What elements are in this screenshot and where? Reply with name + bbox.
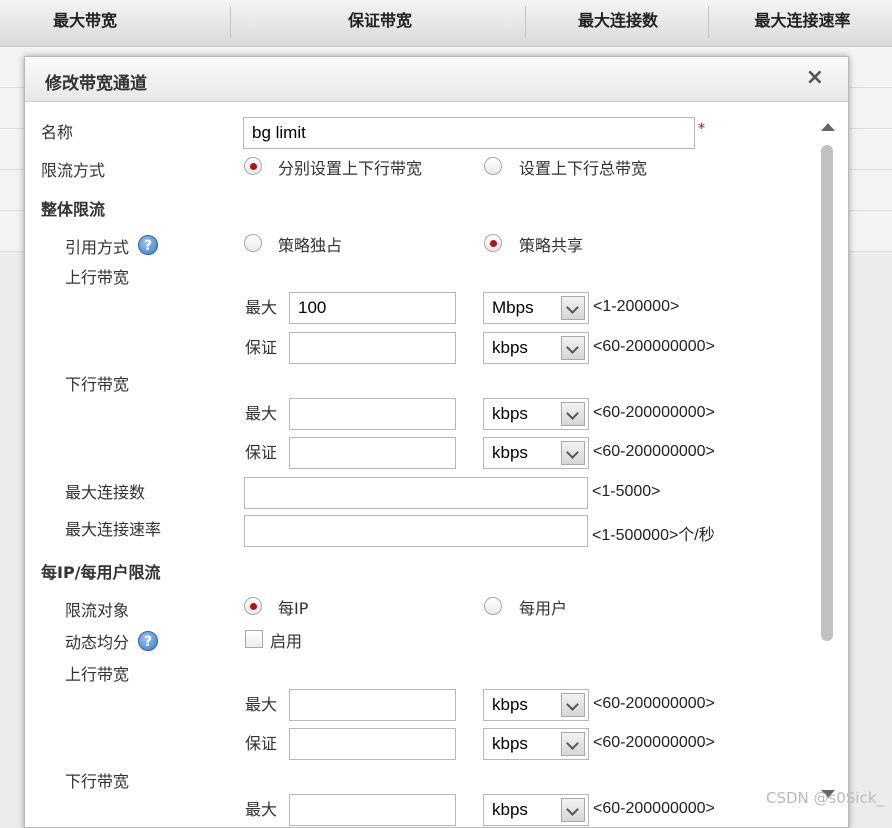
select-value: kbps — [492, 443, 528, 462]
per-down-max-unit-select[interactable]: kbps — [483, 794, 589, 826]
radio-separate-bandwidth-label: 分别设置上下行带宽 — [278, 159, 423, 178]
max-conn-rate-range: <1-500000>个/秒 — [592, 527, 715, 544]
limit-target-label: 限流对象 — [65, 601, 130, 620]
per-down-max-input[interactable] — [289, 794, 456, 826]
overall-down-guarantee-input[interactable] — [289, 437, 456, 469]
radio-per-user[interactable] — [484, 597, 502, 615]
max-conn-rate-input[interactable] — [244, 515, 588, 547]
per-up-max-label: 最大 — [245, 695, 278, 714]
per-up-max-input[interactable] — [289, 689, 456, 721]
per-down-max-label: 最大 — [245, 800, 278, 819]
overall-down-guarantee-range: <60-200000000> — [593, 443, 715, 460]
overall-down-max-input[interactable] — [289, 398, 456, 430]
radio-total-bandwidth[interactable] — [484, 157, 502, 175]
per-ip-limit-heading: 每IP/每用户限流 — [41, 563, 161, 582]
select-value: kbps — [492, 404, 528, 423]
select-value: kbps — [492, 695, 528, 714]
overall-up-max-unit-select[interactable]: Mbps — [483, 292, 589, 324]
chevron-down-icon[interactable] — [561, 732, 585, 756]
per-down-max-range: <60-200000000> — [593, 800, 715, 817]
name-label: 名称 — [41, 123, 74, 142]
select-value: Mbps — [492, 298, 534, 317]
scrollbar-thumb[interactable] — [821, 145, 833, 641]
per-up-bandwidth-label: 上行带宽 — [65, 665, 130, 684]
overall-down-bandwidth-label: 下行带宽 — [65, 375, 130, 394]
overall-down-guarantee-label: 保证 — [245, 443, 278, 462]
radio-policy-exclusive-label: 策略独占 — [278, 236, 343, 255]
col-max-connections: 最大连接数 — [577, 11, 658, 30]
radio-policy-shared-label: 策略共享 — [519, 236, 584, 255]
overall-up-guarantee-range: <60-200000000> — [593, 338, 715, 355]
dialog-titlebar: 修改带宽通道 × — [25, 57, 848, 102]
radio-total-bandwidth-label: 设置上下行总带宽 — [519, 159, 648, 178]
chevron-down-icon[interactable] — [561, 441, 585, 465]
enable-checkbox[interactable] — [245, 630, 263, 648]
chevron-down-icon[interactable] — [561, 693, 585, 717]
scroll-up-arrow-icon[interactable] — [821, 123, 835, 131]
overall-down-max-range: <60-200000000> — [593, 404, 715, 421]
per-down-bandwidth-label: 下行带宽 — [65, 772, 130, 791]
max-connections-range: <1-5000> — [592, 483, 661, 500]
overall-up-max-label: 最大 — [245, 298, 278, 317]
overall-limit-heading: 整体限流 — [41, 200, 106, 219]
per-up-guarantee-label: 保证 — [245, 734, 278, 753]
chevron-down-icon[interactable] — [561, 798, 585, 822]
chevron-down-icon[interactable] — [561, 402, 585, 426]
max-connections-input[interactable] — [244, 477, 588, 509]
edit-bandwidth-channel-dialog: 修改带宽通道 × 名称 bg limit * 限流方式 分别设置上下行带宽 设置… — [24, 56, 849, 828]
select-value: kbps — [492, 734, 528, 753]
overall-down-max-label: 最大 — [245, 404, 278, 423]
max-connections-label: 最大连接数 — [65, 483, 146, 502]
enable-checkbox-label: 启用 — [270, 632, 303, 651]
select-value: kbps — [492, 800, 528, 819]
overall-up-bandwidth-label: 上行带宽 — [65, 268, 130, 287]
chevron-down-icon[interactable] — [561, 296, 585, 320]
overall-down-max-unit-select[interactable]: kbps — [483, 398, 589, 430]
radio-policy-shared[interactable] — [484, 234, 502, 252]
per-up-guarantee-input[interactable] — [289, 728, 456, 760]
per-up-max-unit-select[interactable]: kbps — [483, 689, 589, 721]
dialog-form: 名称 bg limit * 限流方式 分别设置上下行带宽 设置上下行总带宽 整体… — [25, 103, 815, 827]
chevron-down-icon[interactable] — [561, 336, 585, 360]
per-up-guarantee-unit-select[interactable]: kbps — [483, 728, 589, 760]
col-max-conn-rate: 最大连接速率 — [754, 11, 851, 30]
dynamic-share-label: 动态均分 — [65, 633, 130, 652]
ref-mode-label: 引用方式 — [65, 238, 130, 257]
per-up-guarantee-range: <60-200000000> — [593, 734, 715, 751]
radio-policy-exclusive[interactable] — [244, 234, 262, 252]
background-table-header: 最大带宽 保证带宽 最大连接数 最大连接速率 — [0, 0, 892, 47]
dialog-title: 修改带宽通道 — [45, 74, 147, 94]
col-max-bandwidth: 最大带宽 — [52, 11, 117, 30]
overall-up-max-input[interactable]: 100 — [289, 292, 456, 324]
radio-per-user-label: 每用户 — [519, 599, 568, 618]
required-mark: * — [698, 121, 705, 137]
overall-up-guarantee-label: 保证 — [245, 338, 278, 357]
close-icon[interactable]: × — [806, 65, 824, 90]
overall-up-guarantee-unit-select[interactable]: kbps — [483, 332, 589, 364]
help-icon[interactable]: ? — [138, 235, 158, 255]
watermark: CSDN @s0Sick_ — [766, 789, 885, 807]
overall-down-guarantee-unit-select[interactable]: kbps — [483, 437, 589, 469]
limit-mode-label: 限流方式 — [41, 161, 106, 180]
radio-separate-bandwidth[interactable] — [244, 157, 262, 175]
radio-per-ip[interactable] — [244, 597, 262, 615]
per-up-max-range: <60-200000000> — [593, 695, 715, 712]
help-icon[interactable]: ? — [138, 631, 158, 651]
radio-per-ip-label: 每IP — [278, 599, 309, 618]
col-guarantee-bandwidth: 保证带宽 — [347, 11, 412, 30]
overall-up-guarantee-input[interactable] — [289, 332, 456, 364]
max-conn-rate-label: 最大连接速率 — [65, 520, 162, 539]
overall-up-max-range: <1-200000> — [593, 298, 680, 315]
select-value: kbps — [492, 338, 528, 357]
name-input[interactable]: bg limit — [243, 117, 695, 149]
